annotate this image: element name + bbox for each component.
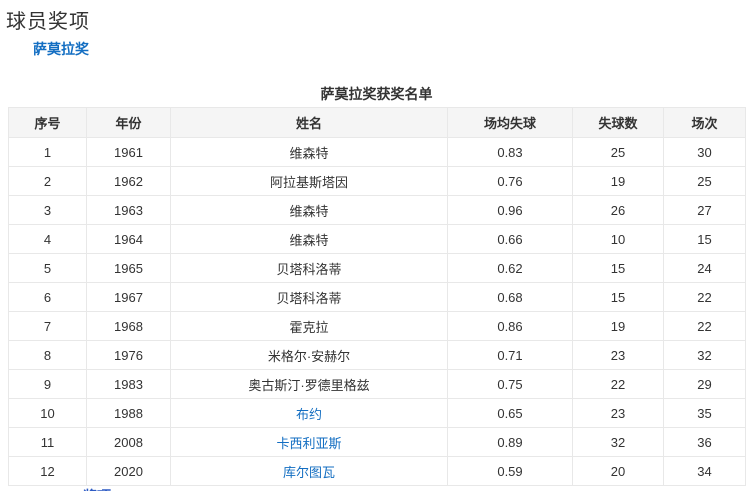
cell-matches: 22 [663, 311, 746, 341]
player-link[interactable]: 卡西利亚斯 [276, 436, 341, 451]
cell-avg: 0.83 [447, 137, 573, 167]
cell-name: 贝塔科洛蒂 [170, 253, 448, 283]
cell-no: 2 [8, 166, 87, 196]
cell-matches: 30 [663, 137, 746, 167]
cell-matches: 25 [663, 166, 746, 196]
table-row: 1 1961 维森特 0.83 25 30 [8, 137, 746, 167]
cell-no: 6 [8, 282, 87, 312]
table-caption: 萨莫拉奖获奖名单 [320, 86, 433, 102]
cell-year: 1967 [86, 282, 171, 312]
cell-avg: 0.86 [447, 311, 573, 341]
cell-matches: 22 [663, 282, 746, 312]
award-link-zamora[interactable]: 萨莫拉奖 [33, 39, 89, 59]
cell-name: 布约 [170, 398, 448, 428]
table-row: 5 1965 贝塔科洛蒂 0.62 15 24 [8, 253, 746, 283]
cell-no: 8 [8, 340, 87, 370]
cell-matches: 27 [663, 195, 746, 225]
cell-matches: 32 [663, 340, 746, 370]
cell-year: 2008 [86, 427, 171, 457]
table-row: 4 1964 维森特 0.66 10 15 [8, 224, 746, 254]
cell-name: 阿拉基斯塔因 [170, 166, 448, 196]
cell-year: 1965 [86, 253, 171, 283]
cell-matches: 24 [663, 253, 746, 283]
cell-name: 奥古斯汀·罗德里格兹 [170, 369, 448, 399]
cell-name: 维森特 [170, 195, 448, 225]
table-row: 3 1963 维森特 0.96 26 27 [8, 195, 746, 225]
cell-conceded: 32 [572, 427, 664, 457]
award-winners-table: 序号 年份 姓名 场均失球 失球数 场次 1 1961 维森特 0.83 25 30 2 1962 阿拉基… [8, 107, 746, 486]
cell-conceded: 10 [572, 224, 664, 254]
cell-avg: 0.68 [447, 282, 573, 312]
column-header-0: 序号 [8, 107, 87, 138]
cell-matches: 29 [663, 369, 746, 399]
cell-no: 3 [8, 195, 87, 225]
cell-name: 维森特 [170, 137, 448, 167]
cell-matches: 35 [663, 398, 746, 428]
cell-avg: 0.75 [447, 369, 573, 399]
cell-conceded: 15 [572, 282, 664, 312]
cell-year: 1976 [86, 340, 171, 370]
table-row: 8 1976 米格尔·安赫尔 0.71 23 32 [8, 340, 746, 370]
cell-name: 霍克拉 [170, 311, 448, 341]
column-header-2: 姓名 [170, 107, 448, 138]
cell-conceded: 26 [572, 195, 664, 225]
column-header-3: 场均失球 [447, 107, 573, 138]
player-link[interactable]: 库尔图瓦 [283, 465, 335, 480]
truncated-link[interactable]: 奖项 [83, 486, 111, 491]
cell-avg: 0.59 [447, 456, 573, 486]
page-section-title: 球员奖项 [6, 11, 90, 33]
cell-avg: 0.76 [447, 166, 573, 196]
cell-no: 4 [8, 224, 87, 254]
cell-name: 米格尔·安赫尔 [170, 340, 448, 370]
cell-matches: 15 [663, 224, 746, 254]
cell-year: 1961 [86, 137, 171, 167]
cell-conceded: 15 [572, 253, 664, 283]
table-row: 12 2020 库尔图瓦 0.59 20 34 [8, 456, 746, 486]
cell-year: 1964 [86, 224, 171, 254]
cell-conceded: 25 [572, 137, 664, 167]
column-header-1: 年份 [86, 107, 171, 138]
table-header-row: 序号 年份 姓名 场均失球 失球数 场次 [8, 107, 746, 138]
table-row: 9 1983 奥古斯汀·罗德里格兹 0.75 22 29 [8, 369, 746, 399]
cell-matches: 36 [663, 427, 746, 457]
cell-avg: 0.96 [447, 195, 573, 225]
cell-no: 10 [8, 398, 87, 428]
cell-avg: 0.65 [447, 398, 573, 428]
table-row: 7 1968 霍克拉 0.86 19 22 [8, 311, 746, 341]
cell-no: 7 [8, 311, 87, 341]
column-header-5: 场次 [663, 107, 746, 138]
cell-no: 12 [8, 456, 87, 486]
cell-year: 1988 [86, 398, 171, 428]
cell-name: 维森特 [170, 224, 448, 254]
cell-name: 贝塔科洛蒂 [170, 282, 448, 312]
cell-conceded: 23 [572, 398, 664, 428]
cell-matches: 34 [663, 456, 746, 486]
cell-avg: 0.71 [447, 340, 573, 370]
cell-name: 库尔图瓦 [170, 456, 448, 486]
cell-name: 卡西利亚斯 [170, 427, 448, 457]
cell-no: 5 [8, 253, 87, 283]
cell-no: 9 [8, 369, 87, 399]
player-link[interactable]: 布约 [296, 407, 322, 422]
cell-conceded: 23 [572, 340, 664, 370]
cell-avg: 0.66 [447, 224, 573, 254]
table-row: 2 1962 阿拉基斯塔因 0.76 19 25 [8, 166, 746, 196]
cell-conceded: 22 [572, 369, 664, 399]
table-row: 10 1988 布约 0.65 23 35 [8, 398, 746, 428]
cell-conceded: 20 [572, 456, 664, 486]
cell-no: 1 [8, 137, 87, 167]
cell-avg: 0.62 [447, 253, 573, 283]
table-row: 6 1967 贝塔科洛蒂 0.68 15 22 [8, 282, 746, 312]
cell-year: 1983 [86, 369, 171, 399]
cell-conceded: 19 [572, 166, 664, 196]
cell-year: 1963 [86, 195, 171, 225]
cell-year: 2020 [86, 456, 171, 486]
cell-no: 11 [8, 427, 87, 457]
cell-avg: 0.89 [447, 427, 573, 457]
cell-year: 1962 [86, 166, 171, 196]
cell-conceded: 19 [572, 311, 664, 341]
table-row: 11 2008 卡西利亚斯 0.89 32 36 [8, 427, 746, 457]
column-header-4: 失球数 [572, 107, 664, 138]
cell-year: 1968 [86, 311, 171, 341]
